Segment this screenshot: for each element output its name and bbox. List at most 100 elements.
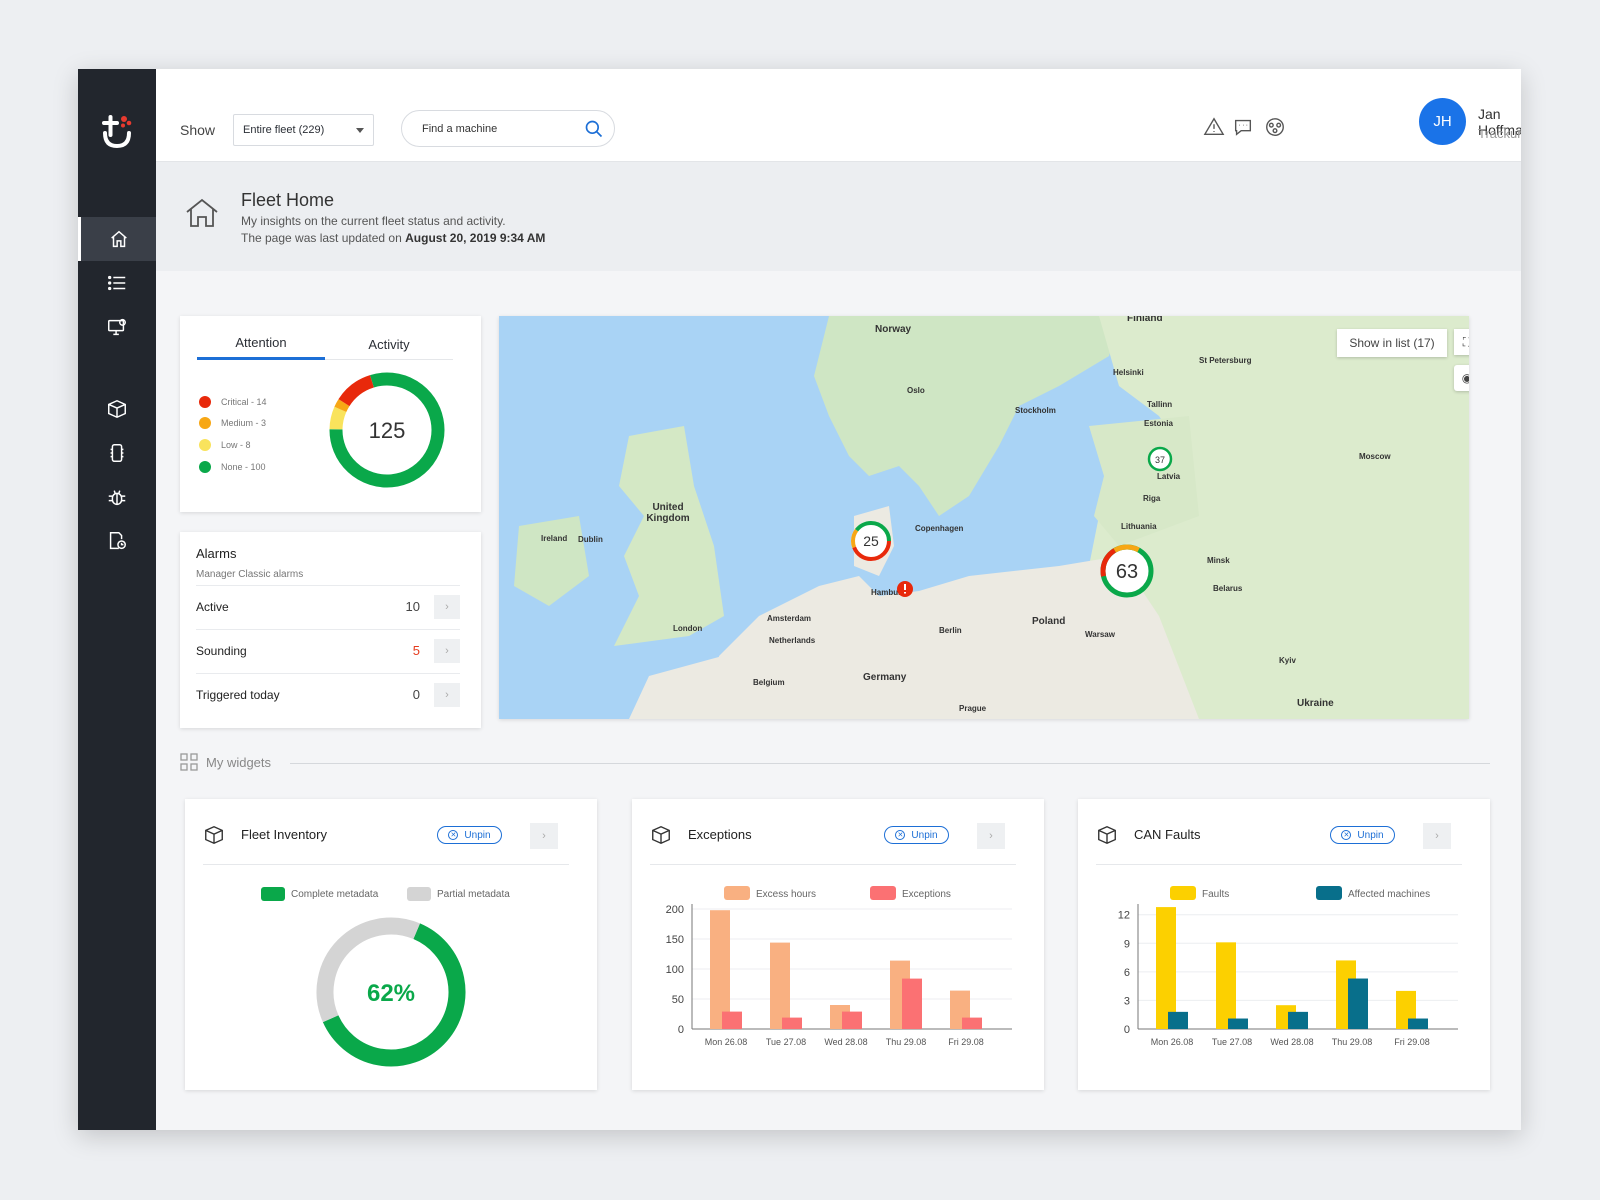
close-icon: ✕ bbox=[895, 830, 906, 840]
map-label: Norway bbox=[875, 324, 912, 335]
chat-icon[interactable] bbox=[1232, 116, 1254, 138]
map-cluster[interactable]: 63 bbox=[1098, 542, 1156, 600]
y-tick-label: 150 bbox=[666, 934, 684, 946]
bar-secondary[interactable] bbox=[1168, 1011, 1188, 1029]
map-cluster[interactable]: 37 bbox=[1147, 446, 1173, 472]
top-header: Show Entire fleet (229) JH Jan Hoffman T… bbox=[156, 69, 1521, 162]
chevron-right-button[interactable]: › bbox=[1423, 823, 1451, 849]
fleet-select[interactable]: Entire fleet (229) bbox=[233, 114, 374, 146]
support-icon[interactable] bbox=[1264, 116, 1286, 138]
cluster-count: 37 bbox=[1155, 455, 1165, 465]
bar-secondary[interactable] bbox=[1288, 1011, 1308, 1029]
x-tick-label: Thu 29.08 bbox=[886, 1037, 927, 1047]
bug-icon bbox=[108, 490, 126, 506]
trackunit-logo[interactable] bbox=[97, 111, 137, 151]
bar-primary[interactable] bbox=[1156, 907, 1176, 1029]
map-cluster[interactable]: 25 bbox=[848, 518, 894, 564]
divider bbox=[650, 864, 1016, 865]
updated-date: August 20, 2019 9:34 AM bbox=[405, 231, 546, 245]
map-label: Poland bbox=[1032, 616, 1066, 627]
y-tick-label: 100 bbox=[666, 964, 684, 976]
map-label: Dublin bbox=[578, 535, 603, 544]
alarm-value: 5 bbox=[412, 643, 420, 658]
unpin-button[interactable]: ✕ Unpin bbox=[437, 826, 502, 844]
nav-device[interactable] bbox=[78, 431, 156, 475]
x-tick-label: Tue 27.08 bbox=[1212, 1037, 1252, 1047]
page-title: Fleet Home bbox=[241, 190, 335, 210]
box-icon bbox=[652, 825, 670, 845]
bar-secondary[interactable] bbox=[842, 1011, 862, 1029]
x-tick-label: Wed 28.08 bbox=[824, 1037, 867, 1047]
bar-primary[interactable] bbox=[770, 942, 790, 1029]
map-label: Stockholm bbox=[1015, 406, 1056, 415]
bar-primary[interactable] bbox=[710, 910, 730, 1029]
nav-inventory[interactable] bbox=[78, 387, 156, 431]
bar-secondary[interactable] bbox=[1408, 1018, 1428, 1029]
bar-secondary[interactable] bbox=[1348, 978, 1368, 1029]
bar-secondary[interactable] bbox=[782, 1017, 802, 1029]
alarm-value: 0 bbox=[412, 687, 420, 702]
unpin-button[interactable]: ✕ Unpin bbox=[884, 826, 949, 844]
tab-activity[interactable]: Activity bbox=[325, 328, 453, 360]
map-label: Estonia bbox=[1144, 419, 1173, 428]
search-icon[interactable] bbox=[584, 119, 604, 139]
nav-monitor[interactable] bbox=[78, 305, 156, 349]
donut-slice-medium bbox=[334, 399, 350, 413]
legend-swatch bbox=[724, 886, 750, 900]
map-layers-icon[interactable]: ◉ bbox=[1454, 365, 1469, 391]
map-label: Moscow bbox=[1359, 452, 1391, 461]
donut-slice-low bbox=[329, 406, 347, 430]
can-faults-bar-chart: Faults Affected machines 0 3 6 9 12 Mon 26.08 Tu… bbox=[1118, 886, 1458, 1047]
legend-label: Medium - 3 bbox=[221, 418, 267, 428]
alarm-row-active: Active 10 › bbox=[196, 585, 460, 627]
unpin-label: Unpin bbox=[464, 829, 491, 841]
x-tick-label: Thu 29.08 bbox=[1332, 1037, 1373, 1047]
divider bbox=[1096, 864, 1462, 865]
grid-icon bbox=[180, 753, 198, 771]
divider bbox=[290, 763, 1490, 764]
unpin-button[interactable]: ✕ Unpin bbox=[1330, 826, 1395, 844]
map-label: United Kingdom bbox=[646, 502, 690, 524]
map-label: Latvia bbox=[1157, 472, 1181, 481]
chevron-right-button[interactable]: › bbox=[977, 823, 1005, 849]
chevron-right-button[interactable]: › bbox=[434, 594, 460, 619]
nav-list[interactable] bbox=[78, 261, 156, 305]
alert-marker-icon[interactable] bbox=[896, 580, 914, 598]
chevron-right-button[interactable]: › bbox=[530, 823, 558, 849]
widget-title: CAN Faults bbox=[1134, 827, 1201, 842]
fleet-map[interactable]: Norway Finland United Kingdom Ireland La… bbox=[499, 316, 1469, 719]
bar-secondary[interactable] bbox=[722, 1011, 742, 1029]
y-tick-label: 0 bbox=[678, 1024, 684, 1036]
legend-swatch bbox=[261, 887, 285, 901]
alarms-card: Alarms Manager Classic alarms Active 10 … bbox=[180, 532, 481, 728]
chevron-right-button[interactable]: › bbox=[434, 682, 460, 707]
fullscreen-icon[interactable]: ⛶ bbox=[1454, 329, 1469, 355]
show-in-list-button[interactable]: Show in list (17) bbox=[1337, 329, 1447, 357]
search-input[interactable] bbox=[422, 122, 582, 135]
alarm-label: Sounding bbox=[196, 643, 247, 658]
bar-secondary[interactable] bbox=[1228, 1018, 1248, 1029]
box-icon bbox=[108, 399, 126, 419]
cluster-count: 25 bbox=[863, 533, 879, 549]
legend-low: Low - 8 bbox=[199, 439, 251, 451]
tab-attention[interactable]: Attention bbox=[197, 328, 325, 360]
bar-secondary[interactable] bbox=[962, 1017, 982, 1029]
y-tick-label: 50 bbox=[672, 994, 684, 1006]
avatar[interactable]: JH bbox=[1419, 98, 1466, 145]
legend-label: Low - 8 bbox=[221, 440, 251, 450]
nav-faults[interactable] bbox=[78, 475, 156, 519]
x-tick-label: Fri 29.08 bbox=[948, 1037, 984, 1047]
warning-icon[interactable] bbox=[1203, 116, 1225, 138]
map-label: Minsk bbox=[1207, 556, 1230, 565]
map-label: Ireland bbox=[541, 534, 568, 543]
bar-secondary[interactable] bbox=[902, 978, 922, 1029]
nav-home[interactable] bbox=[78, 217, 156, 261]
map-label: Riga bbox=[1143, 494, 1161, 503]
map-label: Finland bbox=[1127, 316, 1163, 324]
bar-primary[interactable] bbox=[1216, 942, 1236, 1029]
nav-reports[interactable] bbox=[78, 519, 156, 563]
alarm-row-triggered: Triggered today 0 › bbox=[196, 673, 460, 715]
x-tick-label: Tue 27.08 bbox=[766, 1037, 806, 1047]
chevron-right-button[interactable]: › bbox=[434, 638, 460, 663]
unpin-label: Unpin bbox=[911, 829, 938, 841]
